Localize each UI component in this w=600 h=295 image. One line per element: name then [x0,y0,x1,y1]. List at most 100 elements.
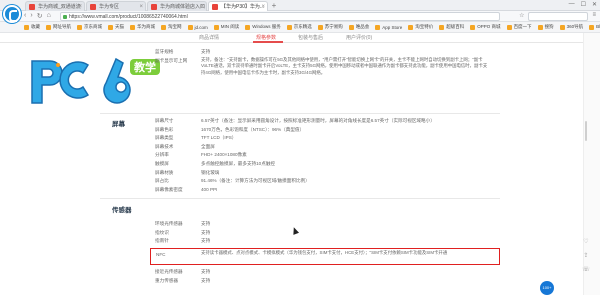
browser-tab[interactable]: 华为商城体验店入口 × [147,1,207,11]
secure-icon [63,15,67,19]
bookmark-item[interactable]: 京东商城 [77,24,102,30]
spec-row: 屏幕色彩 1670万色，色彩饱和度（NTSC）：96%（典型值） [155,126,305,132]
browser-tab-active[interactable]: 【华为P30】华为... × [208,1,268,11]
url-input[interactable]: https://www.vmall.com/product/1008652274… [60,12,500,21]
search-input[interactable] [528,12,589,21]
nav-buttons: ‹ › ↻ ⌂ [24,12,51,20]
refresh-icon[interactable]: ↻ [37,12,43,20]
bookmark-item[interactable]: jd.com [187,24,208,30]
spec-row: 分辨率 FHD+ 2400×1080像素 [155,152,247,158]
bookmark-item[interactable]: MIN 阅读 [213,24,239,30]
spec-row: 触摸屏 多点触控触摸屏，最多支持10点触控 [155,161,276,166]
tab-product-details[interactable]: 商品详情 [199,34,219,41]
star-icon[interactable]: ☆ [519,12,524,21]
divider [100,198,500,199]
spec-row: 屏幕尺寸 6.57英寸（备注：显示屏采用圆角设计，按照标准矩形测量时，屏幕的对角线… [155,118,435,123]
close-tab-icon[interactable]: × [261,2,265,11]
spec-row: 屏幕材质 钢化玻璃 [155,169,220,175]
spec-row: 屏幕像素密度 400 PPI [155,186,218,192]
spec-row: 屏幕类型 TFT LCD（IPS） [155,135,237,141]
bookmark-icon [161,24,166,30]
bookmark-icon [375,24,381,30]
spec-row: 环境光传感器 支持 [155,221,211,226]
bookmark-item[interactable]: 京东精选 [286,24,312,30]
divider [100,113,500,114]
nfc-highlight-box: NFC 支持读卡器模式、点对点模式、卡模拟模式（华为钱包支付，SIM卡支付，HC… [150,248,500,265]
bookmark-icon [506,24,512,30]
logo-dot [56,63,60,67]
tab-specs[interactable]: 规格参数 [256,34,276,41]
bookmark-item[interactable]: 网址导航 [46,24,71,30]
spec-row: 指纹识 支持 [155,229,211,235]
nfc-value: 支持读卡器模式、点对点模式、卡模拟模式（华为钱包支付，SIM卡支付，HCE支付）… [201,250,448,255]
bookmark-icon [245,24,251,30]
bookmark-item[interactable]: 华为商城 [130,24,155,30]
bookmark-item[interactable]: 百度一下 [506,24,532,30]
favicon-icon [212,4,218,10]
mouse-cursor-icon [290,226,300,235]
share-icon[interactable]: ⇪ [583,252,588,259]
bookmark-icon [46,24,51,30]
bookmark-item[interactable]: 搜狗 [537,24,554,30]
bookmark-item[interactable]: 360导航 [559,24,583,30]
bookmark-item[interactable]: 唯品会 [348,24,369,30]
favicon-icon [29,4,35,10]
minimize-icon[interactable]: — [569,1,575,8]
close-tab-icon[interactable]: × [139,2,143,11]
tab-packaging[interactable]: 包装与售后 [298,34,323,41]
section-title-screen: 屏幕 [112,121,125,128]
browser-logo-icon[interactable] [3,5,21,23]
address-bar: ‹ › ↻ ⌂ https://www.vmall.com/product/10… [0,11,600,22]
product-subnav: 商品详情 规格参数 包装与售后 用户评价(0) [0,33,600,43]
bookmark-icon [286,24,292,30]
bookmark-icon [589,24,595,30]
back-icon[interactable]: ‹ [24,12,26,20]
bookmark-item[interactable]: Blu 商城 [589,24,600,30]
bookmark-item[interactable]: App Store [375,24,402,30]
tab-reviews[interactable]: 用户评价(0) [346,34,372,41]
spec-row: 接近光传感器 支持 [155,269,211,274]
spec-row: 屏占比 91.46%（备注：计算方法为可视区域/触摸面积比例） [155,178,310,184]
tab-bar: 华为商城_双通道流 × 华为专区 × 华为商城体验店入口 × 【华为P30】华为...… [0,0,600,11]
close-window-icon[interactable]: ✕ [592,1,597,8]
menu-icon[interactable]: ≡ [592,12,596,21]
spec-row: 副卡显示可上网 [155,58,188,63]
bookmark-item[interactable]: 超级百科 [439,24,464,30]
window-controls: — ☐ ✕ [569,1,597,8]
favicon-icon [90,4,96,10]
forward-icon[interactable]: › [30,12,32,20]
nfc-key: NFC [156,252,166,257]
bookmark-icon [108,24,113,30]
favorite-icon[interactable]: ♡ [583,238,588,245]
floating-action-button[interactable]: 100+ [540,281,554,295]
bookmark-icon [408,24,414,30]
browser-tab[interactable]: 华为专区 × [86,1,146,11]
maximize-icon[interactable]: ☐ [581,1,586,8]
bookmark-icon [130,24,135,30]
service-icon[interactable]: ☏ [582,266,590,273]
bookmark-item[interactable]: 淘宝特价 [408,24,433,30]
bookmark-icon [187,24,193,30]
logo-badge-text: 教学 [133,60,156,74]
browser-tabs: 华为商城_双通道流 × 华为专区 × 华为商城体验店入口 × 【华为P30】华为...… [25,1,279,11]
scrollbar-thumb[interactable] [585,121,587,141]
bookmark-item[interactable]: OPPO 商城 [470,24,501,30]
bookmark-item[interactable]: 收藏 [24,24,40,30]
spec-row: 指南针 支持 [155,238,211,244]
home-icon[interactable]: ⌂ [47,12,51,20]
bookmark-item[interactable]: 苏宁易购 [317,24,343,30]
spec-description: 支持，备注："支持副卡，数据操作可在5G及其他网络中使用，"用户需打开"智能切换… [201,57,488,75]
bookmark-item[interactable]: 天猫 [108,24,124,30]
bookmark-item[interactable]: Windows 服务 [245,24,281,30]
bookmark-icon [213,24,219,30]
browser-tab[interactable]: 华为商城_双通道流 × [25,1,85,11]
bookmark-icon [439,24,445,30]
bookmark-icon [317,24,323,30]
bookmark-icon [77,24,82,30]
product-page: 商品详情 规格参数 包装与售后 用户评价(0) 教学 蓝牙规格 支持 副卡显示可上… [0,33,600,295]
bookmark-item[interactable]: 淘宝网 [161,24,182,30]
bookmark-icon [470,24,476,30]
close-tab-icon[interactable]: × [78,2,82,11]
close-tab-icon[interactable]: × [200,2,204,11]
new-tab-button[interactable]: + [269,1,279,11]
